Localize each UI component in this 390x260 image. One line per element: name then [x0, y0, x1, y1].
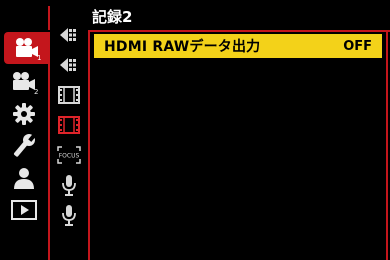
tab-playback[interactable]: [0, 194, 48, 226]
subtab-record-2[interactable]: [52, 52, 86, 78]
subtab-record-1[interactable]: [52, 22, 86, 48]
video-camera-icon: 1: [16, 38, 41, 61]
tab-my-menu[interactable]: [0, 162, 48, 194]
subtab-film-2-active[interactable]: [52, 112, 86, 138]
svg-text:FOCUS: FOCUS: [59, 153, 80, 160]
subtab-mic-2[interactable]: [52, 202, 86, 228]
wrench-icon: [13, 133, 36, 157]
subtab-film-1[interactable]: [52, 82, 86, 108]
menu-item-label: HDMI RAWデータ出力: [104, 39, 261, 55]
record-setting-2-icon: [60, 58, 76, 72]
tab-video-camera[interactable]: 1: [4, 32, 50, 64]
panel-border-right: [386, 30, 388, 260]
camera-menu-screen: 1 2 FOCUS 記録2 HDMI RAWデータ出力 OFF: [0, 0, 390, 260]
panel-border-left: [88, 32, 90, 260]
menu-item-value: OFF: [343, 38, 372, 54]
tab-settings[interactable]: [0, 98, 48, 130]
focus-icon: FOCUS: [57, 146, 81, 164]
record-setting-1-icon: [60, 28, 76, 42]
subtab-mic-1[interactable]: [52, 172, 86, 198]
panel-border-top: [88, 30, 390, 32]
tab-video-camera-2[interactable]: 2: [0, 66, 48, 98]
page-title: 記録2: [92, 8, 133, 26]
person-icon: [14, 168, 34, 189]
film-strip-icon: [58, 86, 80, 104]
frame-divider-top: [48, 6, 50, 30]
menu-item-hdmi-raw-output[interactable]: HDMI RAWデータ出力 OFF: [94, 34, 382, 58]
subtab-focus[interactable]: FOCUS: [52, 142, 86, 168]
playback-icon: [11, 200, 37, 220]
frame-divider-left: [48, 64, 50, 260]
svg-text:2: 2: [34, 88, 38, 95]
gear-icon: [13, 103, 35, 125]
tab-custom[interactable]: [0, 130, 48, 162]
film-strip-active-icon: [58, 116, 80, 134]
svg-text:1: 1: [37, 54, 41, 61]
video-camera-2-icon: 2: [13, 72, 38, 95]
microphone-2-icon: [62, 205, 76, 226]
microphone-icon: [62, 175, 76, 196]
